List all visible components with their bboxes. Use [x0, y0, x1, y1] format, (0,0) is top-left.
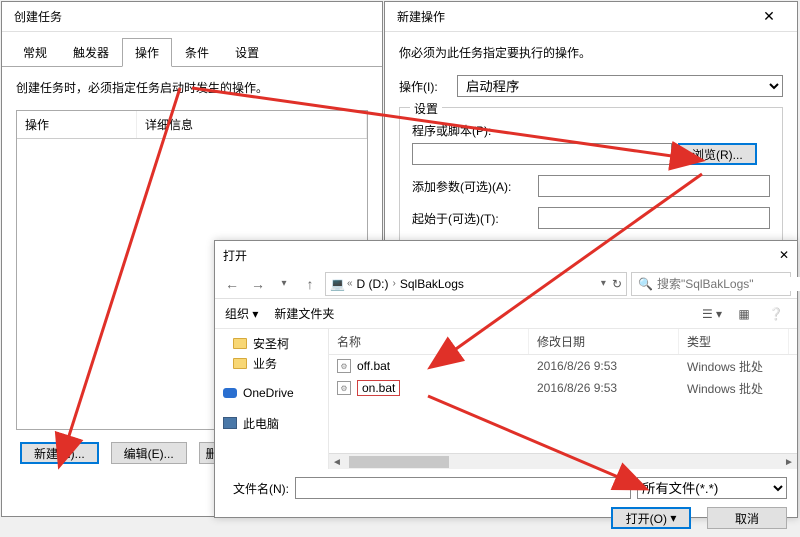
open-body: 安圣柯 业务 OneDrive 此电脑 名称 修改日期 类型 ⚙ off.bat … — [215, 329, 797, 469]
col-details[interactable]: 详细信息 — [137, 111, 367, 138]
filter-select[interactable]: 所有文件(*.*) — [637, 477, 787, 499]
tab-general[interactable]: 常规 — [10, 38, 60, 66]
sidebar-folder-item[interactable]: 业务 — [215, 353, 328, 373]
cancel-button[interactable]: 取消 — [707, 507, 787, 529]
settings-group: 设置 程序或脚本(P): 浏览(R)... 添加参数(可选)(A): 起始于(可… — [399, 107, 783, 250]
program-label: 程序或脚本(P): — [412, 122, 770, 139]
new-action-button[interactable]: 新建(N)... — [20, 442, 99, 464]
sidebar-onedrive[interactable]: OneDrive — [215, 383, 328, 403]
new-folder-button[interactable]: 新建文件夹 — [274, 305, 334, 322]
back-icon[interactable]: ← — [221, 273, 243, 295]
view-icon[interactable]: ☰ ▾ — [701, 303, 723, 325]
recent-icon[interactable]: ▾ — [273, 273, 295, 295]
file-date: 2016/8/26 9:53 — [529, 381, 679, 395]
actions-hint: 创建任务时，必须指定任务启动时发生的操作。 — [16, 79, 368, 96]
file-type: Windows 批处 — [679, 380, 789, 397]
sidebar-this-pc[interactable]: 此电脑 — [215, 413, 328, 433]
filename-input[interactable] — [295, 477, 631, 499]
sidebar-folder-item[interactable]: 安圣柯 — [215, 333, 328, 353]
actions-list-header: 操作 详细信息 — [17, 111, 367, 139]
pc-icon — [223, 417, 237, 429]
startin-input[interactable] — [538, 207, 770, 229]
scroll-right-icon[interactable]: ► — [781, 454, 797, 469]
open-toolbar: 组织 ▾ 新建文件夹 ☰ ▾ ▦ ❔ — [215, 299, 797, 329]
filename-label: 文件名(N): — [225, 480, 289, 497]
open-dialog: 打开 ✕ ← → ▾ ↑ 💻 « D (D:) › SqlBakLogs ▾ ↻… — [214, 240, 798, 518]
onedrive-icon — [223, 388, 237, 398]
search-box[interactable]: 🔍 — [631, 272, 791, 296]
file-row[interactable]: ⚙ off.bat 2016/8/26 9:53 Windows 批处 — [329, 355, 797, 377]
batch-file-icon: ⚙ — [337, 359, 351, 373]
file-list: 名称 修改日期 类型 ⚙ off.bat 2016/8/26 9:53 Windo… — [329, 329, 797, 469]
tab-settings[interactable]: 设置 — [222, 38, 272, 66]
create-task-titlebar: 创建任务 — [2, 2, 382, 32]
args-label: 添加参数(可选)(A): — [412, 178, 532, 195]
organize-menu[interactable]: 组织 ▾ — [225, 305, 258, 322]
chevron-right-icon: « — [347, 278, 353, 289]
file-name: on.bat — [357, 380, 400, 396]
open-title: 打开 — [223, 247, 247, 264]
edit-action-button[interactable]: 编辑(E)... — [111, 442, 187, 464]
search-icon: 🔍 — [638, 277, 653, 291]
open-button[interactable]: 打开(O) ▾ — [611, 507, 691, 529]
tab-triggers[interactable]: 触发器 — [60, 38, 122, 66]
search-input[interactable] — [657, 277, 800, 291]
create-task-tabs: 常规 触发器 操作 条件 设置 — [2, 38, 382, 67]
batch-file-icon: ⚙ — [337, 381, 351, 395]
create-task-title: 创建任务 — [10, 8, 62, 25]
new-action-hint: 你必须为此任务指定要执行的操作。 — [399, 44, 783, 61]
col-action[interactable]: 操作 — [17, 111, 137, 138]
file-row-selected[interactable]: ⚙ on.bat 2016/8/26 9:53 Windows 批处 — [329, 377, 797, 399]
open-sidebar: 安圣柯 业务 OneDrive 此电脑 — [215, 329, 329, 469]
file-list-header: 名称 修改日期 类型 — [329, 329, 797, 355]
program-input[interactable] — [412, 143, 672, 165]
file-type: Windows 批处 — [679, 358, 789, 375]
open-nav: ← → ▾ ↑ 💻 « D (D:) › SqlBakLogs ▾ ↻ 🔍 — [215, 269, 797, 299]
file-date: 2016/8/26 9:53 — [529, 359, 679, 373]
new-action-body: 你必须为此任务指定要执行的操作。 操作(I): 启动程序 设置 程序或脚本(P)… — [385, 32, 797, 262]
chevron-right-icon: › — [393, 278, 396, 289]
tab-actions[interactable]: 操作 — [122, 38, 172, 67]
new-action-titlebar: 新建操作 ✕ — [385, 2, 797, 32]
col-name[interactable]: 名称 — [329, 329, 529, 354]
action-type-label: 操作(I): — [399, 78, 449, 95]
up-icon[interactable]: ↑ — [299, 273, 321, 295]
scroll-handle[interactable] — [349, 456, 449, 468]
open-footer: 文件名(N): 所有文件(*.*) 打开(O) ▾ 取消 — [215, 469, 797, 537]
open-titlebar: 打开 ✕ — [215, 241, 797, 269]
close-icon[interactable]: ✕ — [749, 7, 789, 27]
open-close-icon[interactable]: ✕ — [779, 248, 789, 262]
scroll-left-icon[interactable]: ◄ — [329, 454, 345, 469]
settings-legend: 设置 — [410, 100, 442, 117]
dropdown-arrow-icon[interactable]: ▾ — [601, 278, 606, 289]
col-type[interactable]: 类型 — [679, 329, 789, 354]
help-icon[interactable]: ❔ — [765, 303, 787, 325]
file-name: off.bat — [357, 359, 390, 373]
startin-label: 起始于(可选)(T): — [412, 210, 532, 227]
args-input[interactable] — [538, 175, 770, 197]
breadcrumb[interactable]: 💻 « D (D:) › SqlBakLogs ▾ ↻ — [325, 272, 627, 296]
refresh-icon[interactable]: ↻ — [612, 277, 622, 291]
action-type-select[interactable]: 启动程序 — [457, 75, 783, 97]
pc-icon: 💻 — [330, 277, 345, 291]
details-pane-icon[interactable]: ▦ — [733, 303, 755, 325]
col-date[interactable]: 修改日期 — [529, 329, 679, 354]
browse-button[interactable]: 浏览(R)... — [678, 143, 757, 165]
tab-conditions[interactable]: 条件 — [172, 38, 222, 66]
breadcrumb-drive[interactable]: D (D:) — [357, 277, 389, 291]
forward-icon[interactable]: → — [247, 273, 269, 295]
folder-icon — [233, 358, 247, 369]
folder-icon — [233, 338, 247, 349]
horizontal-scrollbar[interactable]: ◄ ► — [329, 453, 797, 469]
new-action-title: 新建操作 — [393, 8, 445, 25]
breadcrumb-folder[interactable]: SqlBakLogs — [400, 277, 464, 291]
